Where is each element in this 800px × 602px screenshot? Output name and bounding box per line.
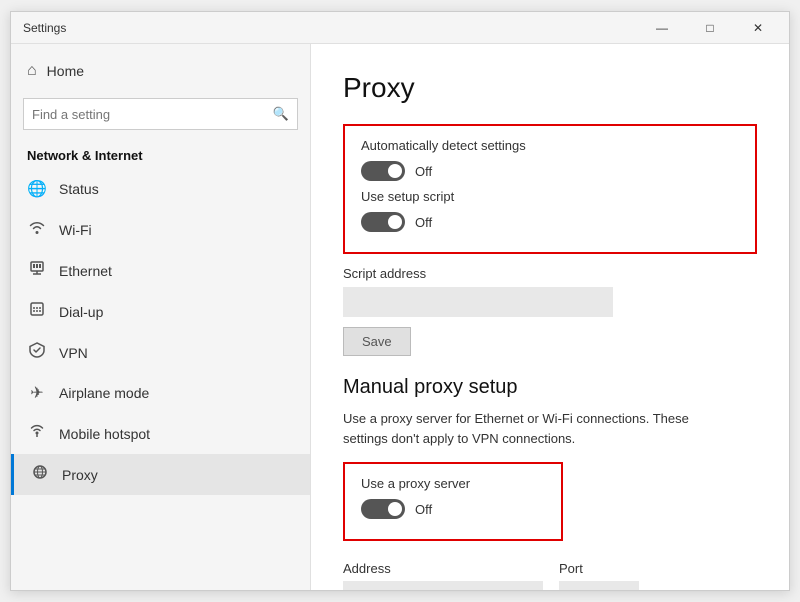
sidebar-item-label-ethernet: Ethernet: [59, 263, 112, 279]
search-icon: 🔍: [273, 106, 289, 122]
sidebar: ⌂ Home 🔍 Network & Internet 🌐 Status: [11, 44, 311, 590]
page-title: Proxy: [343, 72, 757, 104]
maximize-button[interactable]: □: [687, 12, 733, 44]
window-controls: — □ ✕: [639, 12, 781, 44]
setup-script-toggle-row: Off: [361, 212, 739, 232]
dialup-icon: [27, 301, 47, 322]
address-label: Address: [343, 561, 543, 576]
sidebar-item-label-hotspot: Mobile hotspot: [59, 426, 150, 442]
detect-settings-toggle-label: Off: [415, 164, 432, 179]
use-proxy-server-section: Use a proxy server Off: [343, 462, 563, 541]
airplane-icon: ✈: [27, 383, 47, 403]
close-button[interactable]: ✕: [735, 12, 781, 44]
settings-window: Settings — □ ✕ ⌂ Home 🔍 Network & Intern…: [10, 11, 790, 591]
manual-section-description: Use a proxy server for Ethernet or Wi-Fi…: [343, 409, 723, 448]
save-button[interactable]: Save: [343, 327, 411, 356]
detect-settings-toggle-row: Off: [361, 161, 739, 181]
home-label: Home: [47, 63, 84, 79]
status-icon: 🌐: [27, 179, 47, 199]
detect-settings-label: Automatically detect settings: [361, 138, 739, 153]
sidebar-item-vpn[interactable]: VPN: [11, 332, 310, 373]
sidebar-item-ethernet[interactable]: Ethernet: [11, 250, 310, 291]
proxy-server-label: Use a proxy server: [361, 476, 545, 491]
content-area: ⌂ Home 🔍 Network & Internet 🌐 Status: [11, 44, 789, 590]
setup-script-toggle-label: Off: [415, 215, 432, 230]
sidebar-section-title: Network & Internet: [11, 138, 310, 169]
hotspot-icon: [27, 423, 47, 444]
proxy-server-toggle-row: Off: [361, 499, 545, 519]
sidebar-item-label-status: Status: [59, 181, 99, 197]
port-label: Port: [559, 561, 639, 576]
search-input[interactable]: [32, 107, 267, 122]
setup-script-toggle[interactable]: [361, 212, 405, 232]
sidebar-item-hotspot[interactable]: Mobile hotspot: [11, 413, 310, 454]
address-column: Address: [343, 561, 543, 590]
script-address-input[interactable]: [343, 287, 613, 317]
proxy-server-toggle[interactable]: [361, 499, 405, 519]
sidebar-item-label-wifi: Wi-Fi: [59, 222, 92, 238]
search-box[interactable]: 🔍: [23, 98, 298, 130]
script-address-label: Script address: [343, 266, 757, 281]
address-input[interactable]: [343, 581, 543, 590]
minimize-button[interactable]: —: [639, 12, 685, 44]
sidebar-item-status[interactable]: 🌐 Status: [11, 169, 310, 209]
sidebar-item-label-airplane: Airplane mode: [59, 385, 149, 401]
detect-settings-toggle[interactable]: [361, 161, 405, 181]
main-content: Proxy Automatically detect settings Off …: [311, 44, 789, 590]
sidebar-item-label-vpn: VPN: [59, 345, 88, 361]
sidebar-item-proxy[interactable]: Proxy: [11, 454, 310, 495]
ethernet-icon: [27, 260, 47, 281]
window-title: Settings: [23, 21, 66, 35]
address-port-row: Address Port: [343, 561, 757, 590]
sidebar-item-airplane[interactable]: ✈ Airplane mode: [11, 373, 310, 413]
port-input[interactable]: [559, 581, 639, 590]
sidebar-item-label-dialup: Dial-up: [59, 304, 103, 320]
port-column: Port: [559, 561, 639, 590]
manual-section-title: Manual proxy setup: [343, 376, 757, 399]
sidebar-item-dialup[interactable]: Dial-up: [11, 291, 310, 332]
vpn-icon: [27, 342, 47, 363]
proxy-server-toggle-label: Off: [415, 502, 432, 517]
sidebar-item-wifi[interactable]: Wi-Fi: [11, 209, 310, 250]
proxy-icon: [30, 464, 50, 485]
wifi-icon: [27, 219, 47, 240]
automatic-proxy-section: Automatically detect settings Off Use se…: [343, 124, 757, 254]
home-icon: ⌂: [27, 62, 37, 80]
sidebar-item-label-proxy: Proxy: [62, 467, 98, 483]
titlebar: Settings — □ ✕: [11, 12, 789, 44]
setup-script-label: Use setup script: [361, 189, 739, 204]
home-nav-item[interactable]: ⌂ Home: [11, 52, 310, 90]
